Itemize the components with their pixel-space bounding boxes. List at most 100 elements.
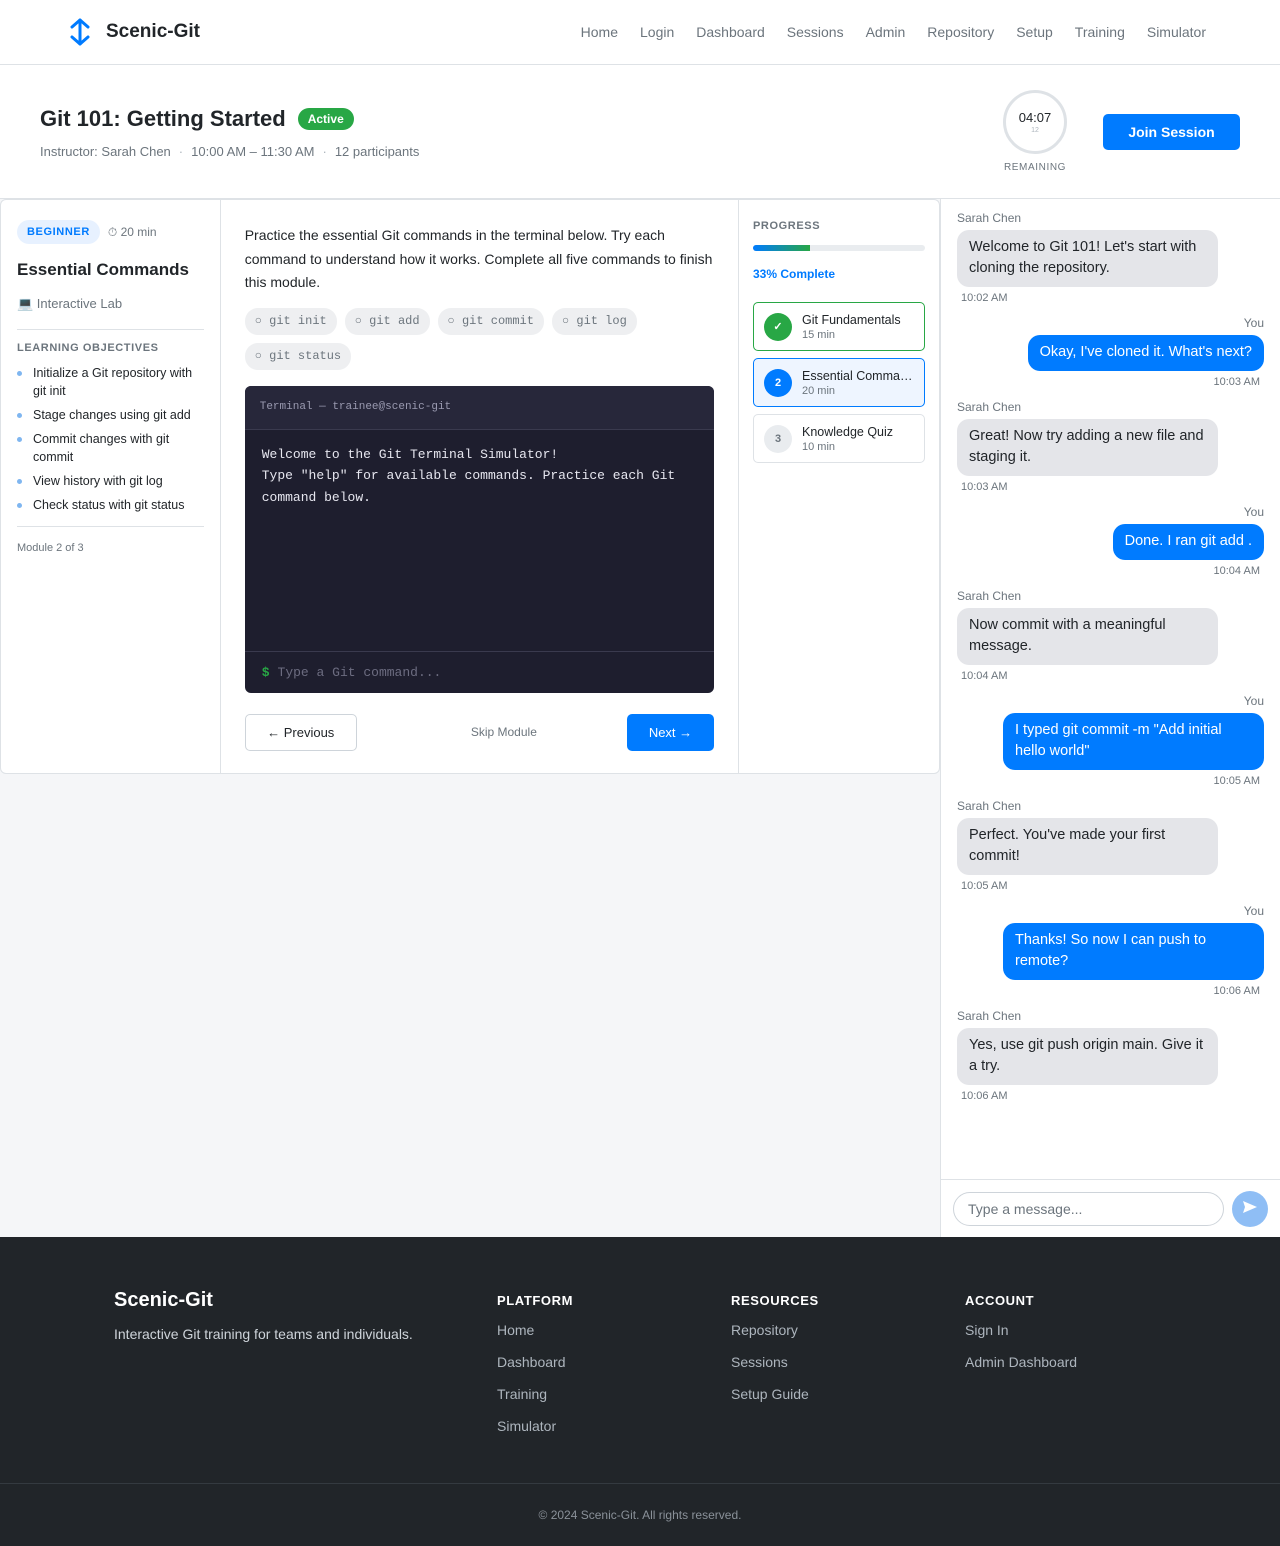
session-meta: Instructor: Sarah Chen · 10:00 AM – 11:3… [40,144,419,159]
timer-subvalue: 12 [1031,127,1039,134]
message-bubble: Done. I ran git add . [1112,524,1264,560]
footer-link-setup-guide[interactable]: Setup Guide [731,1386,809,1402]
message-bubble: Thanks! So now I can push to remote? [1003,923,1264,980]
objective-item: Commit changes with git commit [17,430,204,466]
timer-time: 04:07 [1018,110,1052,125]
message-bubble: Yes, use git push origin main. Give it a… [957,1028,1218,1085]
session-title: Git 101: Getting Started [40,106,286,131]
message-bubble: Now commit with a meaningful message. [957,608,1218,665]
module-item-name: Git Fundamentals [802,312,901,327]
module-duration: ⏱ 20 min [107,224,157,239]
message-bubble: Perfect. You've made your first commit! [957,818,1218,875]
footer-link-sign-in[interactable]: Sign In [965,1322,1009,1338]
countdown-timer: 04:07 12 REMAINING [991,90,1079,173]
level-badge: BEGINNER [17,220,100,244]
chat-message: Sarah Chen Yes, use git push origin main.… [957,1009,1264,1102]
lab-description: Practice the essential Git commands in t… [244,227,713,290]
nav-link-dashboard[interactable]: Dashboard [696,24,765,40]
skip-module-button[interactable]: Skip Module [471,725,537,739]
join-session-button[interactable]: Join Session [1103,113,1240,150]
timer-ring: 04:07 12 [1003,90,1067,154]
footer-link-training[interactable]: Training [497,1386,547,1402]
terminal-output: Welcome to the Git Terminal Simulator! T… [261,446,676,505]
footer-link-admin-dashboard[interactable]: Admin Dashboard [965,1354,1077,1370]
command-chip-git-status: ○ git status [244,342,352,370]
footer-link-sessions[interactable]: Sessions [731,1354,788,1370]
chat-input[interactable] [953,1191,1224,1226]
instructor-name: Instructor: Sarah Chen [40,144,171,159]
session-header: Git 101: Getting Started Active Instruct… [0,65,1280,199]
send-button[interactable] [1232,1190,1268,1227]
module-type: 💻 Interactive Lab [17,296,123,311]
session-time: 10:00 AM – 11:30 AM [191,144,315,159]
message-bubble: Great! Now try adding a new file and sta… [957,419,1218,476]
message-author: You [1243,316,1264,330]
previous-button[interactable]: ← Previous [244,713,357,751]
nav-link-simulator[interactable]: Simulator [1147,24,1206,40]
nav-link-sessions[interactable]: Sessions [787,24,844,40]
chat-message: You Done. I ran git add . 10:04 AM [957,505,1264,577]
meta-separator: · [178,144,184,159]
nav-link-admin[interactable]: Admin [866,24,906,40]
main-nav: Home Login Dashboard Sessions Admin Repo… [581,24,1206,40]
chat-message: Sarah Chen Perfect. You've made your firs… [957,799,1264,892]
lab-panel: Practice the essential Git commands in t… [221,200,739,773]
module-item-name: Knowledge Quiz [802,424,894,439]
footer-link-home[interactable]: Home [497,1322,534,1338]
message-time: 10:06 AM [961,1090,1008,1102]
module-item-knowledge-quiz[interactable]: 3 Knowledge Quiz 10 min [753,414,925,463]
footer-tagline: Interactive Git training for teams and i… [114,1326,413,1342]
progress-bar-fill [753,245,810,251]
copyright: © 2024 Scenic-Git. All rights reserved. [538,1508,742,1522]
footer-column-title: RESOURCES [731,1293,819,1308]
objective-item: Check status with git status [17,496,204,514]
nav-link-login[interactable]: Login [640,24,674,40]
terminal-input-row: $ [244,650,714,693]
footer-link-repository[interactable]: Repository [731,1322,798,1338]
command-checklist: ○ git init ○ git add ○ git commit ○ git … [244,307,714,370]
participant-count: 12 participants [334,144,420,159]
brand-name: Scenic-Git [106,21,200,42]
message-time: 10:05 AM [961,880,1008,892]
message-author: Sarah Chen [957,400,1022,414]
nav-link-training[interactable]: Training [1075,24,1125,40]
progress-bar [753,245,925,251]
command-chip-git-add: ○ git add [344,307,430,335]
chat-message: You Okay, I've cloned it. What's next? 10:… [957,316,1264,388]
message-bubble: I typed git commit -m "Add initial hello… [1003,713,1264,770]
footer-column-account: ACCOUNT Sign In Admin Dashboard [965,1289,1199,1483]
module-title: Essential Commands [17,260,189,279]
message-author: You [1243,694,1264,708]
top-nav: Scenic-Git Home Login Dashboard Sessions… [0,0,1280,65]
module-info-panel: BEGINNER ⏱ 20 min Essential Commands 💻 I… [1,200,221,773]
timer-label: REMAINING [1003,162,1067,173]
module-item-essential-commands[interactable]: 2 Essential Commands 20 min [753,358,925,407]
module-item-duration: 15 min [802,328,836,341]
check-icon: ✓ [764,312,792,341]
brand[interactable]: Scenic-Git [66,17,200,47]
nav-link-setup[interactable]: Setup [1016,24,1053,40]
chat-message: You I typed git commit -m "Add initial he… [957,694,1264,787]
nav-link-home[interactable]: Home [581,24,618,40]
status-badge: Active [297,108,354,130]
nav-link-repository[interactable]: Repository [927,24,994,40]
message-author: You [1243,904,1264,918]
terminal-input[interactable] [277,664,697,680]
message-time: 10:03 AM [1213,376,1260,388]
message-author: Sarah Chen [957,211,1022,225]
footer-link-dashboard[interactable]: Dashboard [497,1354,566,1370]
footer-link-simulator[interactable]: Simulator [497,1418,556,1434]
module-position: Module 2 of 3 [17,542,84,554]
terminal-prompt: $ [261,664,270,680]
module-number: 2 [764,368,792,397]
message-author: Sarah Chen [957,589,1022,603]
main-area: BEGINNER ⏱ 20 min Essential Commands 💻 I… [0,199,1280,1237]
git-merge-logo-icon [66,17,94,47]
module-item-duration: 10 min [802,440,836,453]
progress-heading: PROGRESS [753,220,821,232]
chat-message: You Thanks! So now I can push to remote? 1… [957,904,1264,997]
progress-percent: 33% Complete [753,267,836,281]
next-button[interactable]: Next → [626,713,714,751]
chat-messages: Sarah Chen Welcome to Git 101! Let's star… [941,199,1280,1179]
module-item-git-fundamentals[interactable]: ✓ Git Fundamentals 15 min [753,302,925,351]
